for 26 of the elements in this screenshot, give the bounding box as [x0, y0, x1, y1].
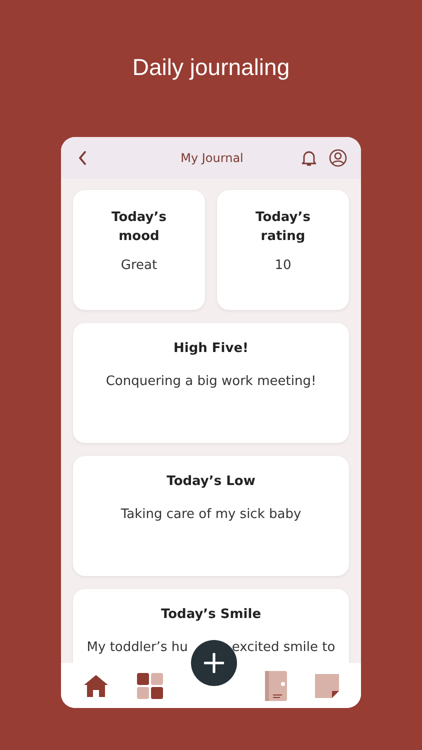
entry-text: Taking care of my sick baby: [120, 506, 302, 524]
entry-text: My toddler’s hu: [86, 639, 188, 657]
headline: Daily journaling: [132, 53, 290, 82]
entry-title: High Five!: [174, 341, 248, 356]
stat-card[interactable]: Today’s rating 10: [217, 190, 349, 310]
stat-card[interactable]: Today’s mood Great: [73, 190, 205, 310]
grid-icon[interactable]: [137, 672, 163, 698]
plus-icon: [204, 652, 224, 672]
bell-icon[interactable]: [301, 149, 317, 167]
entry-title: Today’s Low: [166, 474, 256, 489]
home-icon[interactable]: [83, 674, 109, 698]
entry-title: Today’s Smile: [160, 607, 262, 622]
entry-text: excited smile to: [232, 639, 336, 657]
stat-label: Today’s rating: [254, 209, 312, 246]
profile-icon[interactable]: [329, 149, 347, 167]
note-icon[interactable]: [315, 674, 339, 698]
stat-label: Today’s mood: [110, 209, 168, 246]
journal-icon[interactable]: [265, 670, 287, 700]
entry-card[interactable]: Today’s Smile My toddler’s hu excited smile to: [73, 589, 349, 663]
screen-title: My Journal: [180, 151, 244, 165]
entry-card[interactable]: Today’s Low Taking care of my sick baby: [73, 456, 349, 576]
stat-value: 10: [274, 258, 292, 273]
stat-value: Great: [120, 258, 158, 273]
entry-card[interactable]: High Five! Conquering a big work meeting!: [73, 323, 349, 443]
entry-text: Conquering a big work meeting!: [106, 373, 316, 391]
back-icon[interactable]: [77, 150, 89, 166]
